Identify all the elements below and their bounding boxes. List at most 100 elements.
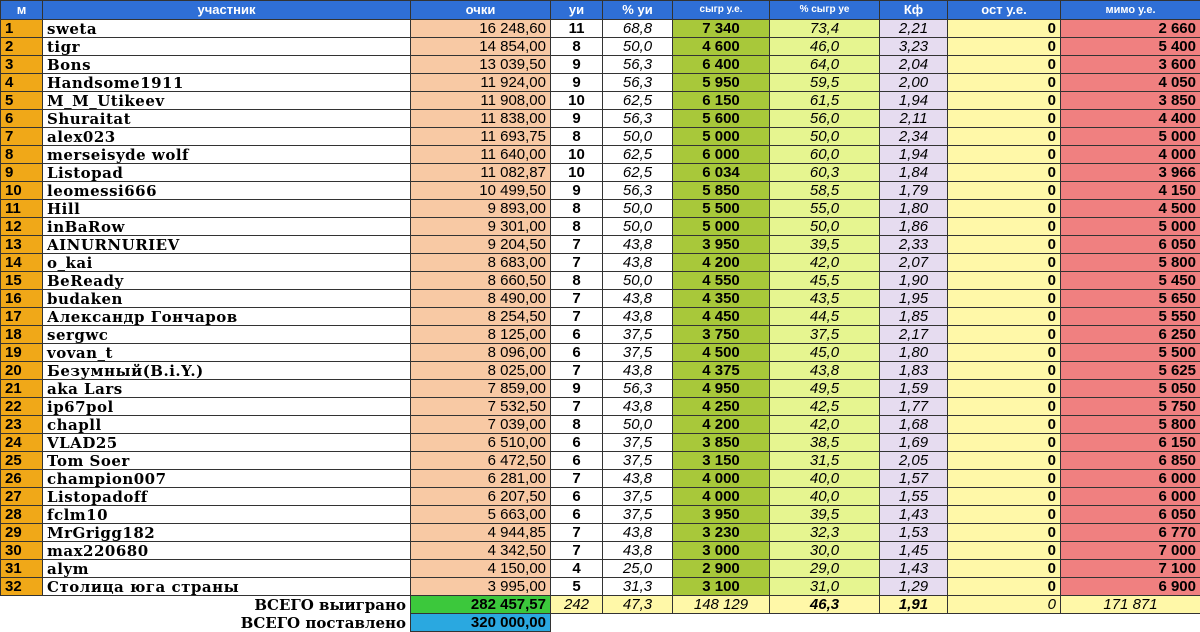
table-row[interactable]: 11Hill9 893,00850,05 50055,01,8004 500 — [1, 200, 1200, 218]
row-rest[interactable]: 0 — [948, 326, 1061, 344]
row-won[interactable]: 3 230 — [673, 524, 770, 542]
row-ui-pct[interactable]: 43,8 — [603, 308, 673, 326]
row-ui[interactable]: 9 — [551, 56, 603, 74]
row-points[interactable]: 16 248,60 — [411, 20, 551, 38]
table-row[interactable]: 4Handsome191111 924,00956,35 95059,52,00… — [1, 74, 1200, 92]
row-won-pct[interactable]: 49,5 — [770, 380, 880, 398]
row-kf[interactable]: 1,59 — [880, 380, 948, 398]
row-kf[interactable]: 1,43 — [880, 506, 948, 524]
row-won[interactable]: 3 150 — [673, 452, 770, 470]
row-miss[interactable]: 5 000 — [1061, 218, 1200, 236]
row-miss[interactable]: 6 250 — [1061, 326, 1200, 344]
row-ui-pct[interactable]: 43,8 — [603, 236, 673, 254]
row-kf[interactable]: 1,79 — [880, 182, 948, 200]
row-rank[interactable]: 31 — [1, 560, 43, 578]
row-miss[interactable]: 6 900 — [1061, 578, 1200, 596]
row-ui-pct[interactable]: 56,3 — [603, 380, 673, 398]
row-won[interactable]: 3 000 — [673, 542, 770, 560]
row-rest[interactable]: 0 — [948, 38, 1061, 56]
row-ui[interactable]: 7 — [551, 398, 603, 416]
table-row[interactable]: 15BeReady8 660,50850,04 55045,51,9005 45… — [1, 272, 1200, 290]
row-ui[interactable]: 7 — [551, 236, 603, 254]
row-rest[interactable]: 0 — [948, 488, 1061, 506]
row-won-pct[interactable]: 55,0 — [770, 200, 880, 218]
row-ui[interactable]: 7 — [551, 290, 603, 308]
table-row[interactable]: 18sergwc8 125,00637,53 75037,52,1706 250 — [1, 326, 1200, 344]
row-name[interactable]: Listopad — [43, 164, 411, 182]
row-points[interactable]: 6 472,50 — [411, 452, 551, 470]
row-name[interactable]: leomessi666 — [43, 182, 411, 200]
table-row[interactable]: 3Bons13 039,50956,36 40064,02,0403 600 — [1, 56, 1200, 74]
row-rest[interactable]: 0 — [948, 182, 1061, 200]
row-name[interactable]: Shuraitat — [43, 110, 411, 128]
row-ui-pct[interactable]: 25,0 — [603, 560, 673, 578]
row-rank[interactable]: 24 — [1, 434, 43, 452]
row-ui[interactable]: 7 — [551, 362, 603, 380]
row-won[interactable]: 4 200 — [673, 254, 770, 272]
row-rest[interactable]: 0 — [948, 200, 1061, 218]
row-name[interactable]: tigr — [43, 38, 411, 56]
table-row[interactable]: 31alym4 150,00425,02 90029,01,4307 100 — [1, 560, 1200, 578]
row-kf[interactable]: 2,34 — [880, 128, 948, 146]
row-rest[interactable]: 0 — [948, 92, 1061, 110]
row-won-pct[interactable]: 39,5 — [770, 236, 880, 254]
table-row[interactable]: 25Tom Soer6 472,50637,53 15031,52,0506 8… — [1, 452, 1200, 470]
header-won[interactable]: сыгр у.е. — [673, 1, 770, 20]
header-won-pct[interactable]: % сыгр уе — [770, 1, 880, 20]
row-kf[interactable]: 1,29 — [880, 578, 948, 596]
row-rank[interactable]: 16 — [1, 290, 43, 308]
row-rest[interactable]: 0 — [948, 506, 1061, 524]
row-won-pct[interactable]: 40,0 — [770, 470, 880, 488]
row-points[interactable]: 9 204,50 — [411, 236, 551, 254]
row-miss[interactable]: 4 400 — [1061, 110, 1200, 128]
row-won-pct[interactable]: 46,0 — [770, 38, 880, 56]
row-won-pct[interactable]: 29,0 — [770, 560, 880, 578]
row-points[interactable]: 4 342,50 — [411, 542, 551, 560]
row-rank[interactable]: 19 — [1, 344, 43, 362]
row-won-pct[interactable]: 42,0 — [770, 416, 880, 434]
row-rest[interactable]: 0 — [948, 74, 1061, 92]
table-row[interactable]: 20Безумный(B.i.Y.)8 025,00743,84 37543,8… — [1, 362, 1200, 380]
table-row[interactable]: 16budaken8 490,00743,84 35043,51,9505 65… — [1, 290, 1200, 308]
row-kf[interactable]: 1,84 — [880, 164, 948, 182]
row-ui-pct[interactable]: 37,5 — [603, 488, 673, 506]
row-rest[interactable]: 0 — [948, 236, 1061, 254]
row-won-pct[interactable]: 38,5 — [770, 434, 880, 452]
row-ui[interactable]: 7 — [551, 254, 603, 272]
row-ui-pct[interactable]: 68,8 — [603, 20, 673, 38]
row-ui[interactable]: 8 — [551, 272, 603, 290]
row-won[interactable]: 5 000 — [673, 218, 770, 236]
row-kf[interactable]: 1,86 — [880, 218, 948, 236]
row-rank[interactable]: 9 — [1, 164, 43, 182]
row-won[interactable]: 3 750 — [673, 326, 770, 344]
row-points[interactable]: 8 683,00 — [411, 254, 551, 272]
total-won-pct[interactable]: 46,3 — [770, 596, 880, 614]
row-kf[interactable]: 3,23 — [880, 38, 948, 56]
row-rank[interactable]: 29 — [1, 524, 43, 542]
row-rank[interactable]: 13 — [1, 236, 43, 254]
row-kf[interactable]: 1,85 — [880, 308, 948, 326]
row-kf[interactable]: 2,17 — [880, 326, 948, 344]
row-miss[interactable]: 6 150 — [1061, 434, 1200, 452]
row-ui-pct[interactable]: 43,8 — [603, 524, 673, 542]
header-points[interactable]: очки — [411, 1, 551, 20]
row-ui-pct[interactable]: 56,3 — [603, 74, 673, 92]
row-won[interactable]: 3 950 — [673, 236, 770, 254]
row-miss[interactable]: 5 450 — [1061, 272, 1200, 290]
row-kf[interactable]: 1,90 — [880, 272, 948, 290]
row-kf[interactable]: 2,21 — [880, 20, 948, 38]
row-name[interactable]: M_M_Utikeev — [43, 92, 411, 110]
row-miss[interactable]: 4 150 — [1061, 182, 1200, 200]
row-kf[interactable]: 1,80 — [880, 344, 948, 362]
row-rank[interactable]: 17 — [1, 308, 43, 326]
row-ui[interactable]: 6 — [551, 506, 603, 524]
row-name[interactable]: Столица юга страны — [43, 578, 411, 596]
row-miss[interactable]: 6 850 — [1061, 452, 1200, 470]
row-rank[interactable]: 3 — [1, 56, 43, 74]
row-won-pct[interactable]: 50,0 — [770, 128, 880, 146]
row-name[interactable]: sergwc — [43, 326, 411, 344]
row-ui[interactable]: 10 — [551, 146, 603, 164]
row-ui-pct[interactable]: 43,8 — [603, 290, 673, 308]
row-rest[interactable]: 0 — [948, 290, 1061, 308]
row-rest[interactable]: 0 — [948, 308, 1061, 326]
